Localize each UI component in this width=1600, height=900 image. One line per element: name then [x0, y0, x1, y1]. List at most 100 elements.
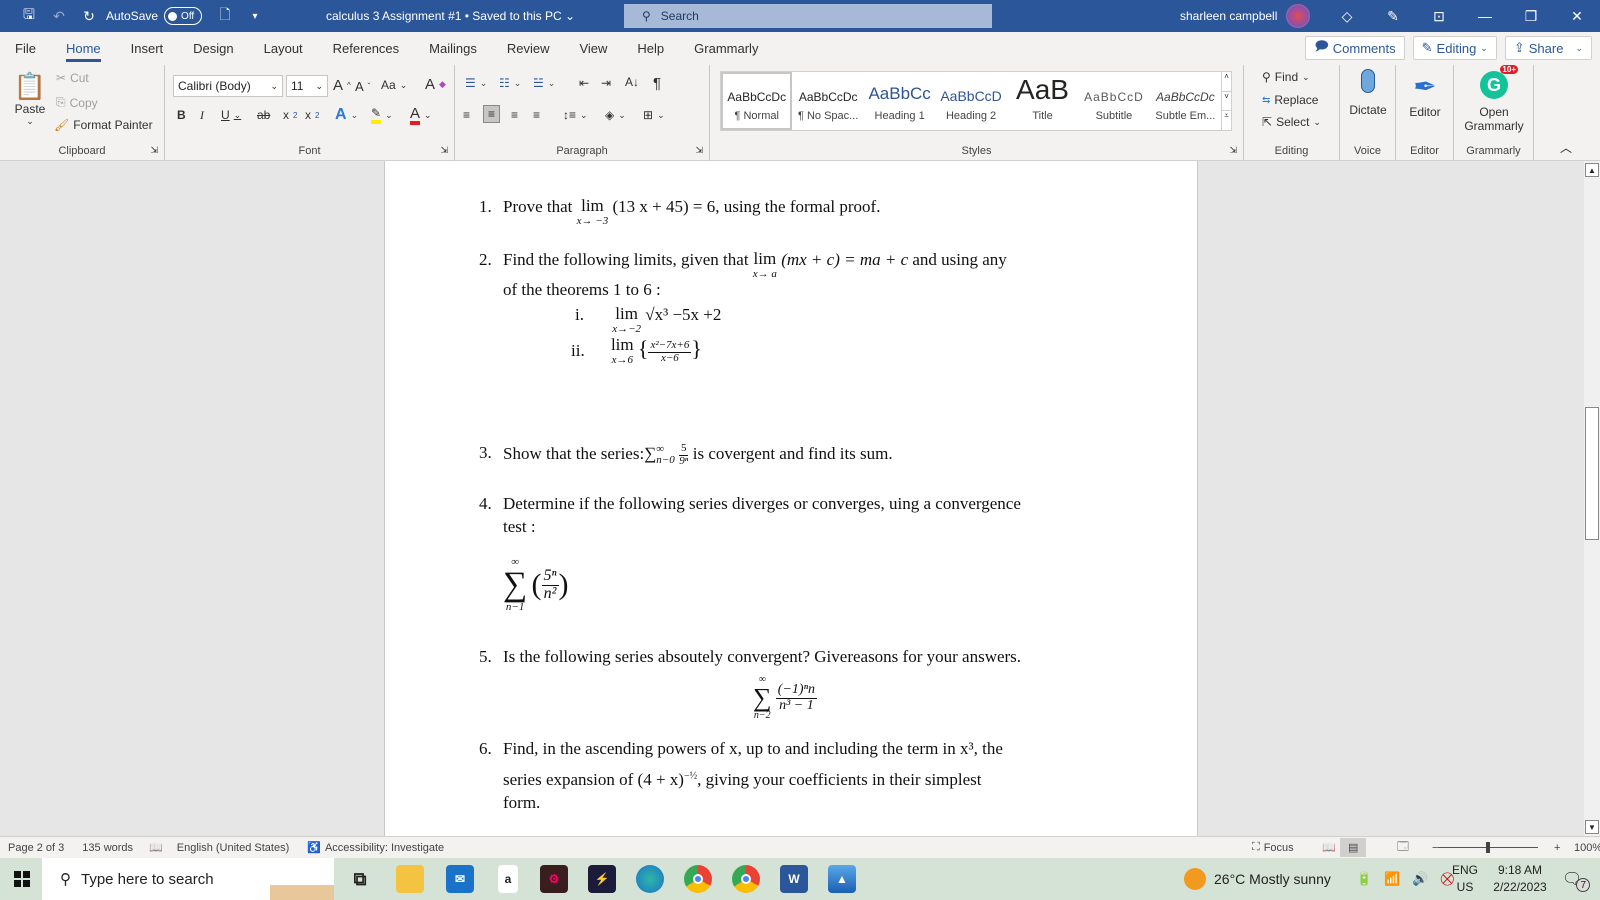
avatar[interactable]	[1286, 4, 1310, 28]
document-title[interactable]: calculus 3 Assignment #1 • Saved to this…	[326, 9, 575, 23]
word-count[interactable]: 135 words	[82, 842, 133, 854]
share-button[interactable]: ⇪ Share ⌄	[1504, 36, 1592, 60]
numbering-button[interactable]: ☷ ⌄	[499, 76, 521, 90]
align-left-button[interactable]: ≡	[463, 108, 470, 122]
photos-icon[interactable]: ▲	[828, 865, 856, 893]
notifications-button[interactable]: 🗨 7	[1562, 858, 1591, 900]
customize-toolbar-icon[interactable]: ▾	[244, 5, 266, 27]
dialog-launcher-icon[interactable]: ⇲	[695, 145, 703, 156]
shading-button[interactable]: ◈ ⌄	[605, 108, 626, 122]
line-spacing-button[interactable]: ↕≡ ⌄	[563, 108, 588, 122]
increase-indent-button[interactable]: ⇥	[601, 76, 611, 90]
bullets-button[interactable]: ☰ ⌄	[465, 76, 487, 90]
volume-icon[interactable]: 🔊	[1412, 871, 1428, 887]
scroll-up-button[interactable]: ▲	[1585, 163, 1599, 177]
vertical-scrollbar[interactable]: ▲ ▼	[1584, 161, 1600, 836]
open-grammarly-button[interactable]: G 10+ Open Grammarly	[1454, 65, 1534, 133]
video-editor-icon[interactable]: ⚙	[540, 865, 568, 893]
replace-button[interactable]: ⇆ Replace	[1262, 93, 1318, 107]
font-size-select[interactable]: 11 ⌄	[286, 75, 328, 97]
save-icon[interactable]: 🖫	[18, 5, 40, 27]
dialog-launcher-icon[interactable]: ⇲	[440, 145, 448, 156]
scroll-thumb[interactable]	[1585, 407, 1599, 540]
align-right-button[interactable]: ≡	[511, 108, 518, 122]
font-color-button[interactable]: A ⌄	[410, 106, 432, 125]
paste-button[interactable]: 📋 Paste ⌄	[10, 71, 50, 127]
autosave-control[interactable]: AutoSave Off	[106, 7, 203, 25]
justify-button[interactable]: ≡	[533, 108, 540, 122]
change-case-button[interactable]: Aa ⌄	[381, 78, 407, 92]
style-title[interactable]: AaB Title	[1007, 72, 1078, 130]
tab-help[interactable]: Help	[622, 32, 679, 65]
borders-button[interactable]: ⊞ ⌄	[643, 108, 665, 122]
scroll-down-button[interactable]: ▼	[1585, 820, 1599, 834]
autosave-toggle[interactable]: Off	[164, 7, 203, 25]
start-button[interactable]	[14, 871, 30, 887]
comments-button[interactable]: 🗩 Comments	[1305, 36, 1405, 60]
read-mode-icon[interactable]: 📖	[1322, 841, 1336, 854]
ribbon-display-icon[interactable]: ⊡	[1416, 0, 1462, 32]
dialog-launcher-icon[interactable]: ⇲	[1229, 145, 1237, 156]
tab-grammarly[interactable]: Grammarly	[679, 32, 773, 65]
restore-button[interactable]: ❐	[1508, 0, 1554, 32]
tab-layout[interactable]: Layout	[249, 32, 318, 65]
search-box[interactable]: ⚲ Search	[624, 4, 992, 28]
tab-view[interactable]: View	[564, 32, 622, 65]
bold-button[interactable]: B	[177, 108, 186, 122]
tab-insert[interactable]: Insert	[116, 32, 179, 65]
minimize-button[interactable]: —	[1462, 0, 1508, 32]
style-heading-1[interactable]: AaBbCc Heading 1	[864, 72, 935, 130]
style-normal[interactable]: AaBbCcDc ¶ Normal	[721, 72, 793, 130]
amazon-icon[interactable]: a	[498, 865, 518, 893]
tab-home[interactable]: Home	[51, 32, 116, 65]
editing-mode-button[interactable]: ✎ Editing ⌄	[1412, 36, 1497, 60]
copy-button[interactable]: ⎘ Copy	[56, 95, 98, 110]
tab-file[interactable]: File	[0, 32, 51, 65]
close-button[interactable]: ✕	[1554, 0, 1600, 32]
taskbar-search[interactable]: ⚲ Type here to search	[42, 858, 334, 900]
tab-design[interactable]: Design	[178, 32, 248, 65]
multilevel-list-button[interactable]: ☱ ⌄	[533, 76, 555, 90]
style-subtle-emphasis[interactable]: AaBbCcDc Subtle Em...	[1150, 72, 1221, 130]
language-indicator[interactable]: ENG US	[1452, 858, 1478, 900]
subscript-button[interactable]: x2	[283, 108, 297, 122]
chrome-icon[interactable]	[684, 865, 712, 893]
collapse-ribbon-icon[interactable]: ︿	[1560, 139, 1572, 156]
zoom-in-button[interactable]: +	[1554, 842, 1560, 854]
editor-button[interactable]: ✒ Editor	[1396, 69, 1454, 119]
battery-icon[interactable]: 🔋	[1356, 871, 1372, 887]
italic-button[interactable]: I	[200, 108, 204, 123]
show-formatting-button[interactable]: ¶	[653, 75, 661, 92]
zoom-level[interactable]: 100%	[1574, 842, 1600, 854]
styles-scroll[interactable]: ˄ ˅ ⩡	[1221, 72, 1232, 130]
style-heading-2[interactable]: AaBbCcD Heading 2	[935, 72, 1006, 130]
sort-button[interactable]: A↓	[625, 75, 639, 89]
app-icon[interactable]: ⚡	[588, 865, 616, 893]
superscript-button[interactable]: x2	[305, 108, 319, 122]
user-name[interactable]: sharleen campbell	[1180, 9, 1277, 23]
zoom-slider-thumb[interactable]	[1486, 842, 1490, 853]
document-page[interactable]: 1. Prove that lim x→ −3 (13 x + 45) = 6, …	[384, 161, 1198, 836]
accessibility-status[interactable]: ♿ Accessibility: Investigate	[307, 841, 444, 855]
proofing-icon[interactable]: 📖	[149, 841, 163, 854]
redo-icon[interactable]: ↻	[78, 5, 100, 27]
grow-font-button[interactable]: A ^	[333, 77, 351, 94]
mail-icon[interactable]: ✉	[446, 865, 474, 893]
format-painter-button[interactable]: 🖌 Format Painter	[54, 118, 153, 132]
text-effects-button[interactable]: A ⌄	[335, 106, 358, 124]
select-button[interactable]: ⇱ Select ⌄	[1262, 115, 1321, 129]
chrome-profile-icon[interactable]	[732, 865, 760, 893]
new-document-icon[interactable]: 🗋	[214, 5, 236, 27]
file-explorer-icon[interactable]	[396, 865, 424, 893]
clock[interactable]: 9:18 AM 2/22/2023	[1488, 858, 1552, 900]
strikethrough-button[interactable]: ab	[257, 108, 270, 122]
shrink-font-button[interactable]: Aˇ	[355, 79, 370, 94]
page-count[interactable]: Page 2 of 3	[8, 842, 64, 854]
undo-icon[interactable]: ↶	[48, 5, 70, 27]
tab-mailings[interactable]: Mailings	[414, 32, 492, 65]
dictate-button[interactable]: Dictate	[1340, 69, 1396, 117]
focus-button[interactable]: ⛶ Focus	[1252, 841, 1294, 854]
decrease-indent-button[interactable]: ⇤	[579, 76, 589, 90]
highlight-color-button[interactable]: ✎ ⌄	[371, 106, 393, 124]
zoom-slider[interactable]	[1438, 842, 1538, 853]
